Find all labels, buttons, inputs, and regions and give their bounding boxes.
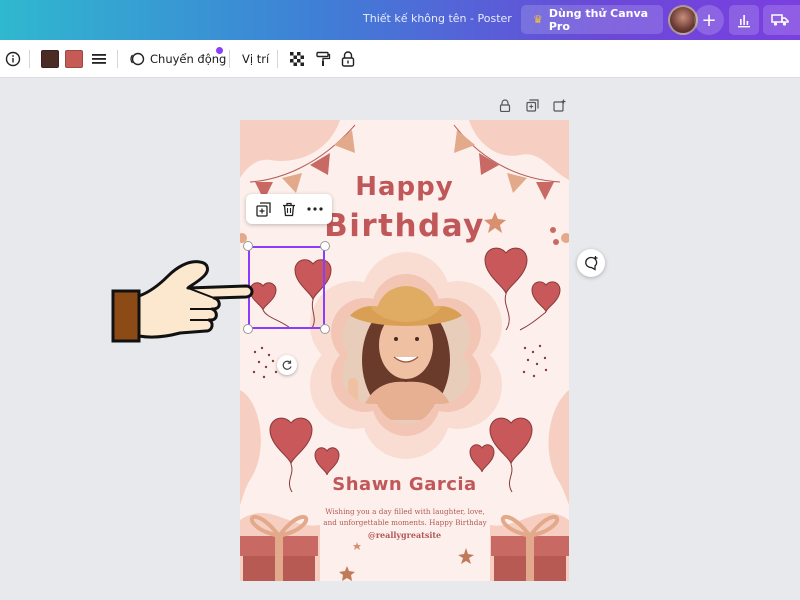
print-delivery-button[interactable] — [763, 5, 800, 35]
rotate-handle[interactable] — [277, 355, 297, 375]
element-toolbar — [246, 194, 332, 224]
context-toolbar: Chuyển động Vị trí — [0, 40, 800, 78]
selection-box[interactable] — [248, 246, 325, 329]
document-title[interactable]: Thiết kế không tên - Poster — [363, 12, 512, 25]
more-icon[interactable] — [306, 207, 323, 211]
lock-page-button[interactable] — [497, 97, 513, 113]
copy-style-button[interactable] — [315, 40, 331, 78]
try-pro-label: Dùng thử Canva Pro — [548, 6, 649, 33]
add-page-button[interactable] — [551, 97, 567, 113]
resize-handle-tl[interactable] — [243, 241, 253, 251]
truck-icon — [771, 14, 789, 26]
resize-handle-tr[interactable] — [320, 241, 330, 251]
poster-message[interactable]: Wishing you a day filled with laughter, … — [320, 507, 490, 528]
rotate-icon — [282, 360, 292, 370]
editor-header: Thiết kế không tên - Poster ♛ Dùng thử C… — [0, 0, 800, 40]
divider — [229, 50, 230, 68]
duplicate-page-button[interactable] — [524, 97, 540, 113]
new-feature-dot — [216, 47, 223, 54]
add-comment-button[interactable] — [577, 249, 605, 277]
resize-handle-br[interactable] — [320, 324, 330, 334]
duplicate-icon — [525, 98, 539, 112]
position-label: Vị trí — [242, 52, 270, 66]
bar-chart-icon — [738, 15, 750, 28]
lock-icon — [341, 51, 355, 67]
color-swatch-dark[interactable] — [41, 50, 59, 68]
pointing-hand-icon — [111, 260, 254, 343]
poster-name[interactable]: Shawn Garcia — [240, 474, 569, 495]
add-collaborator-button[interactable]: + — [694, 5, 724, 35]
divider — [117, 50, 118, 68]
motion-button[interactable]: Chuyển động — [129, 40, 226, 78]
lock-button[interactable] — [341, 40, 355, 78]
poster-message-line1: Wishing you a day filled with laughter, … — [325, 507, 485, 516]
plus-icon: + — [701, 9, 717, 31]
line-style-icon — [92, 54, 106, 64]
position-button[interactable]: Vị trí — [242, 40, 269, 78]
insights-button[interactable] — [729, 5, 759, 35]
poster-message-line2: and unforgettable moments. Happy Birthda… — [323, 517, 487, 527]
color-swatch-2[interactable] — [65, 40, 83, 78]
info-icon — [5, 51, 21, 67]
info-button[interactable] — [5, 40, 21, 78]
trash-icon[interactable] — [282, 202, 296, 217]
motion-icon — [130, 52, 145, 66]
poster-handle[interactable]: @reallygreatsite — [240, 530, 569, 540]
transparency-icon — [290, 52, 304, 66]
line-style-button[interactable] — [91, 40, 107, 78]
divider — [277, 50, 278, 68]
transparency-button[interactable] — [289, 40, 305, 78]
poster-canvas[interactable]: Happy Birthday Shawn Garcia Wishing you … — [240, 120, 569, 581]
crown-icon: ♛ — [533, 13, 543, 26]
divider — [29, 50, 30, 68]
duplicate-icon[interactable] — [255, 201, 271, 217]
color-swatch-1[interactable] — [41, 40, 59, 78]
lock-icon — [499, 98, 511, 112]
color-swatch-red[interactable] — [65, 50, 83, 68]
add-page-icon — [552, 99, 565, 112]
motion-label: Chuyển động — [150, 52, 227, 66]
comment-plus-icon — [585, 256, 598, 271]
paint-roller-icon — [316, 51, 331, 66]
try-pro-button[interactable]: ♛ Dùng thử Canva Pro — [521, 5, 663, 34]
